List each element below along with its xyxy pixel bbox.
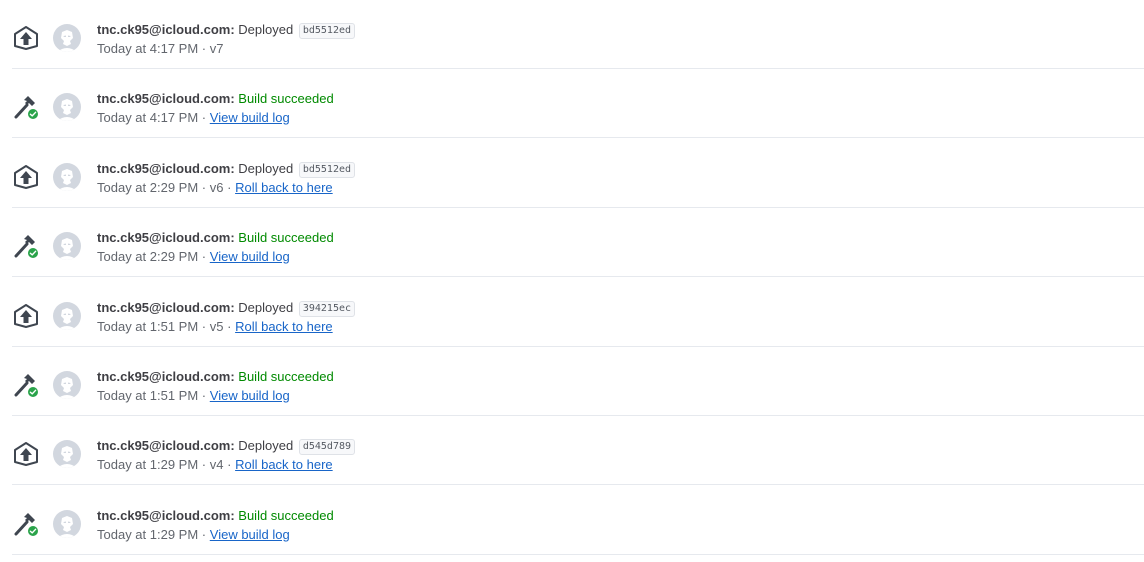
view-build-log-link[interactable]: View build log — [210, 249, 290, 264]
action-text: Build succeeded — [238, 369, 334, 384]
user-email: tnc.ck95@icloud.com: — [97, 438, 235, 453]
activity-item-build: tnc.ck95@icloud.com: Build succeeded Tod… — [12, 69, 1144, 138]
roll-back-link[interactable]: Roll back to here — [235, 457, 333, 472]
timestamp: Today at 4:17 PM — [97, 41, 199, 56]
build-hammer-icon — [12, 232, 40, 260]
roll-back-link[interactable]: Roll back to here — [235, 319, 333, 334]
separator: · — [201, 457, 207, 472]
action-text: Deployed — [238, 22, 294, 37]
commit-hash[interactable]: bd5512ed — [298, 23, 356, 39]
timestamp: Today at 4:17 PM — [97, 110, 199, 125]
user-email: tnc.ck95@icloud.com: — [97, 300, 235, 315]
activity-meta: Today at 1:29 PM · View build log — [97, 525, 290, 544]
separator: · — [201, 527, 207, 542]
activity-meta: Today at 1:51 PM · v5 · Roll back to her… — [97, 317, 333, 336]
activity-item-deploy: tnc.ck95@icloud.com: Deployed 394215ec T… — [12, 278, 1144, 347]
user-email: tnc.ck95@icloud.com: — [97, 22, 235, 37]
action-text: Deployed — [238, 300, 294, 315]
deploy-upload-icon — [12, 163, 40, 191]
roll-back-link[interactable]: Roll back to here — [235, 180, 333, 195]
separator: · — [201, 41, 207, 56]
separator: · — [201, 319, 207, 334]
activity-meta: Today at 1:51 PM · View build log — [97, 386, 290, 405]
default-user-avatar-icon — [53, 371, 81, 399]
commit-hash[interactable]: 394215ec — [298, 301, 356, 317]
activity-item-deploy: tnc.ck95@icloud.com: Deployed bd5512ed T… — [12, 139, 1144, 208]
build-hammer-icon — [12, 93, 40, 121]
activity-meta: Today at 2:29 PM · v6 · Roll back to her… — [97, 178, 333, 197]
action-text: Deployed — [238, 438, 294, 453]
action-text: Build succeeded — [238, 508, 334, 523]
release-version: v5 — [209, 319, 224, 334]
action-text: Build succeeded — [238, 230, 334, 245]
activity-item-build: tnc.ck95@icloud.com: Build succeeded Tod… — [12, 486, 1144, 555]
activity-summary: tnc.ck95@icloud.com: Build succeeded — [97, 228, 334, 247]
user-email: tnc.ck95@icloud.com: — [97, 161, 235, 176]
separator: · — [201, 249, 207, 264]
activity-meta: Today at 4:17 PM · View build log — [97, 108, 290, 127]
default-user-avatar-icon — [53, 302, 81, 330]
default-user-avatar-icon — [53, 510, 81, 538]
release-version: v7 — [209, 41, 224, 56]
user-email: tnc.ck95@icloud.com: — [97, 230, 235, 245]
activity-summary: tnc.ck95@icloud.com: Build succeeded — [97, 506, 334, 525]
timestamp: Today at 1:51 PM — [97, 388, 199, 403]
default-user-avatar-icon — [53, 24, 81, 52]
default-user-avatar-icon — [53, 440, 81, 468]
activity-item-build: tnc.ck95@icloud.com: Build succeeded Tod… — [12, 347, 1144, 416]
activity-item-deploy: tnc.ck95@icloud.com: Deployed d545d789 T… — [12, 416, 1144, 485]
activity-summary: tnc.ck95@icloud.com: Deployed bd5512ed — [97, 159, 356, 178]
activity-meta: Today at 2:29 PM · View build log — [97, 247, 290, 266]
release-version: v4 — [209, 457, 224, 472]
activity-summary: tnc.ck95@icloud.com: Deployed d545d789 — [97, 436, 356, 455]
commit-hash[interactable]: bd5512ed — [298, 162, 356, 178]
user-email: tnc.ck95@icloud.com: — [97, 91, 235, 106]
user-email: tnc.ck95@icloud.com: — [97, 369, 235, 384]
timestamp: Today at 2:29 PM — [97, 180, 199, 195]
view-build-log-link[interactable]: View build log — [210, 110, 290, 125]
deploy-upload-icon — [12, 302, 40, 330]
activity-meta: Today at 1:29 PM · v4 · Roll back to her… — [97, 455, 333, 474]
release-version: v6 — [209, 180, 224, 195]
activity-item-deploy: tnc.ck95@icloud.com: Deployed bd5512ed T… — [12, 0, 1144, 69]
deploy-upload-icon — [12, 440, 40, 468]
build-hammer-icon — [12, 510, 40, 538]
timestamp: Today at 1:29 PM — [97, 527, 199, 542]
activity-summary: tnc.ck95@icloud.com: Deployed 394215ec — [97, 298, 356, 317]
timestamp: Today at 1:51 PM — [97, 319, 199, 334]
activity-meta: Today at 4:17 PM · v7 — [97, 39, 224, 58]
action-text: Build succeeded — [238, 91, 334, 106]
commit-hash[interactable]: d545d789 — [298, 439, 356, 455]
deploy-upload-icon — [12, 24, 40, 52]
action-text: Deployed — [238, 161, 294, 176]
timestamp: Today at 2:29 PM — [97, 249, 199, 264]
default-user-avatar-icon — [53, 163, 81, 191]
separator: · — [227, 457, 232, 472]
view-build-log-link[interactable]: View build log — [210, 527, 290, 542]
default-user-avatar-icon — [53, 93, 81, 121]
separator: · — [227, 180, 232, 195]
activity-summary: tnc.ck95@icloud.com: Build succeeded — [97, 367, 334, 386]
user-email: tnc.ck95@icloud.com: — [97, 508, 235, 523]
view-build-log-link[interactable]: View build log — [210, 388, 290, 403]
separator: · — [201, 180, 207, 195]
separator: · — [201, 110, 207, 125]
separator: · — [227, 319, 232, 334]
activity-summary: tnc.ck95@icloud.com: Build succeeded — [97, 89, 334, 108]
build-hammer-icon — [12, 371, 40, 399]
activity-summary: tnc.ck95@icloud.com: Deployed bd5512ed — [97, 20, 356, 39]
separator: · — [201, 388, 207, 403]
timestamp: Today at 1:29 PM — [97, 457, 199, 472]
activity-item-build: tnc.ck95@icloud.com: Build succeeded Tod… — [12, 208, 1144, 277]
default-user-avatar-icon — [53, 232, 81, 260]
